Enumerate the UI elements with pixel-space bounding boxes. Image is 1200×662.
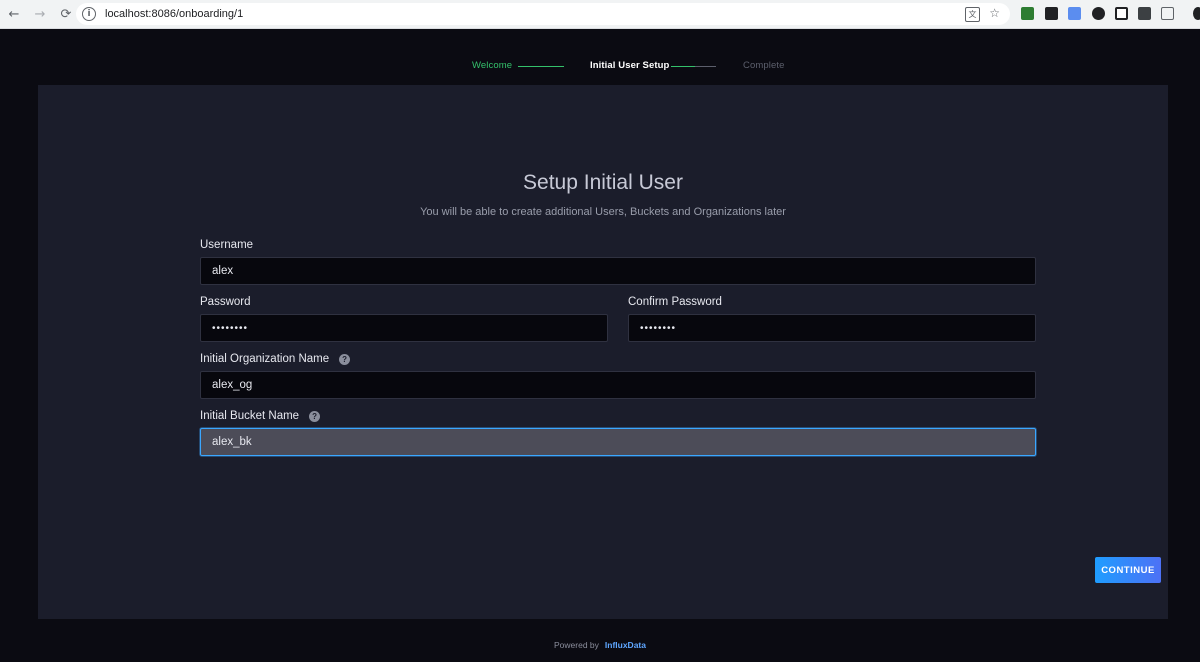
extension-icon[interactable] (1045, 7, 1058, 20)
confirm-password-label-text: Confirm Password (628, 296, 722, 308)
step-connector (671, 66, 695, 68)
onboarding-panel: Setup Initial User You will be able to c… (38, 85, 1168, 619)
continue-button[interactable]: CONTINUE (1095, 557, 1161, 583)
extension-icon[interactable] (1021, 7, 1034, 20)
bucket-name-label-text: Initial Bucket Name (200, 410, 300, 422)
password-label-text: Password (200, 296, 251, 308)
step-complete: Complete (743, 60, 785, 71)
page-title: Setup Initial User (523, 171, 683, 194)
back-arrow-icon[interactable]: ← (2, 2, 26, 26)
influxdata-logo[interactable]: InfluxData (605, 640, 646, 650)
org-name-label: Initial Organization Name ? (200, 353, 351, 365)
help-icon[interactable]: ? (309, 410, 321, 422)
extension-icon[interactable] (1115, 7, 1128, 20)
extension-icon[interactable] (1068, 7, 1081, 20)
extensions-puzzle-icon[interactable] (1161, 7, 1174, 20)
powered-by-text: Powered by (554, 640, 599, 650)
bucket-name-label: Initial Bucket Name ? (200, 410, 321, 422)
profile-avatar-icon[interactable] (1193, 7, 1200, 20)
onboarding-stepper: Welcome Initial User Setup Complete (0, 60, 1200, 74)
translate-icon[interactable]: 文 (965, 7, 980, 22)
extension-icon[interactable] (1092, 7, 1105, 20)
password-label: Password (200, 296, 251, 308)
step-initial-user-setup: Initial User Setup (590, 60, 670, 71)
address-url[interactable]: localhost:8086/onboarding/1 (105, 8, 243, 20)
confirm-password-label: Confirm Password (628, 296, 722, 308)
forward-arrow-icon[interactable]: → (28, 2, 52, 26)
step-connector (518, 66, 564, 68)
extension-icon[interactable] (1138, 7, 1151, 20)
bucket-name-input[interactable] (200, 428, 1036, 456)
password-input[interactable] (200, 314, 608, 342)
username-label: Username (200, 239, 253, 251)
browser-toolbar: ← → ⟳ i localhost:8086/onboarding/1 文 ☆ (0, 0, 1200, 29)
username-input[interactable] (200, 257, 1036, 285)
reload-icon[interactable]: ⟳ (54, 2, 78, 26)
confirm-password-input[interactable] (628, 314, 1036, 342)
page-subtitle: You will be able to create additional Us… (420, 206, 786, 218)
bookmark-star-icon[interactable]: ☆ (989, 6, 1000, 20)
site-info-icon[interactable]: i (82, 7, 96, 21)
username-label-text: Username (200, 239, 254, 251)
step-welcome[interactable]: Welcome (472, 60, 512, 71)
address-bar[interactable]: i localhost:8086/onboarding/1 文 ☆ (76, 3, 1010, 25)
step-connector (695, 66, 716, 68)
org-name-label-text: Initial Organization Name (200, 353, 330, 365)
org-name-input[interactable] (200, 371, 1036, 399)
footer: Powered by InfluxData (0, 640, 1200, 650)
help-icon[interactable]: ? (339, 353, 351, 365)
